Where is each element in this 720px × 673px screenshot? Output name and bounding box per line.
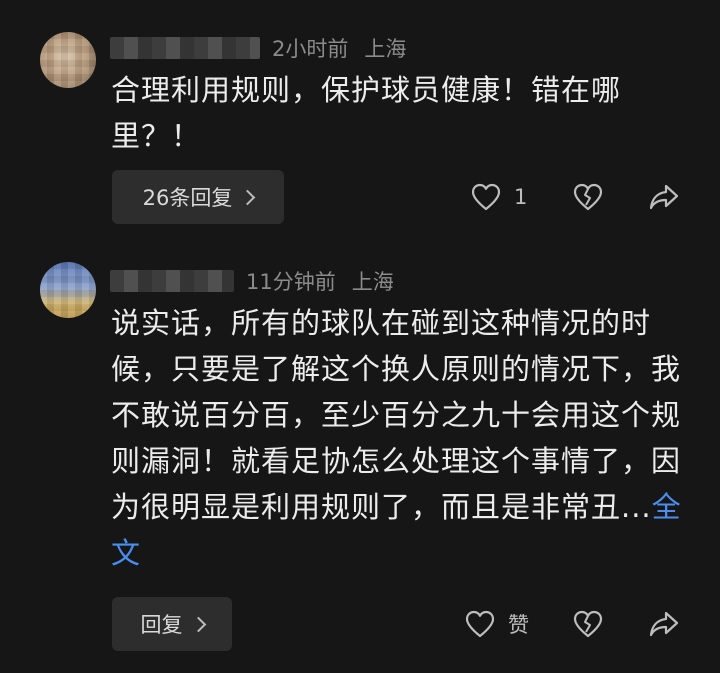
share-arrow-icon [648,182,680,212]
dislike-button[interactable] [572,182,604,212]
reply-label: 回复 [140,613,183,637]
username-blurred[interactable] [110,270,234,292]
like-button[interactable]: 1 [470,182,527,212]
chevron-right-icon [190,616,206,633]
broken-heart-icon [572,182,604,212]
heart-outline-icon [470,182,502,212]
reply-count-label: 26条回复 [142,186,233,210]
like-label: 赞 [508,613,529,637]
share-button[interactable] [648,609,680,639]
comment-text[interactable]: 合理利用规则，保护球员健康！错在哪里？！ [111,67,701,159]
share-arrow-icon [648,609,680,639]
share-button[interactable] [648,182,680,212]
reply-count-button[interactable]: 26条回复 [112,170,284,224]
dislike-button[interactable] [572,609,604,639]
comment-text[interactable]: 说实话，所有的球队在碰到这种情况的时候，只要是了解这个换人原则的情况下，我不敢说… [111,300,701,576]
chevron-right-icon [240,189,256,206]
avatar[interactable] [40,32,96,88]
comment-meta: 11分钟前 上海 [110,265,394,297]
like-button[interactable]: 赞 [464,609,529,639]
broken-heart-icon [572,609,604,639]
avatar[interactable] [40,262,96,318]
comment-location: 上海 [351,270,394,294]
like-count: 1 [514,185,528,209]
reply-button[interactable]: 回复 [112,597,232,651]
comment-location: 上海 [364,37,407,61]
comment-time: 11分钟前 [246,270,336,294]
heart-outline-icon [464,609,496,639]
comment-time: 2小时前 [272,37,349,61]
comment-meta: 2小时前 上海 [110,32,406,64]
username-blurred[interactable] [110,37,260,59]
